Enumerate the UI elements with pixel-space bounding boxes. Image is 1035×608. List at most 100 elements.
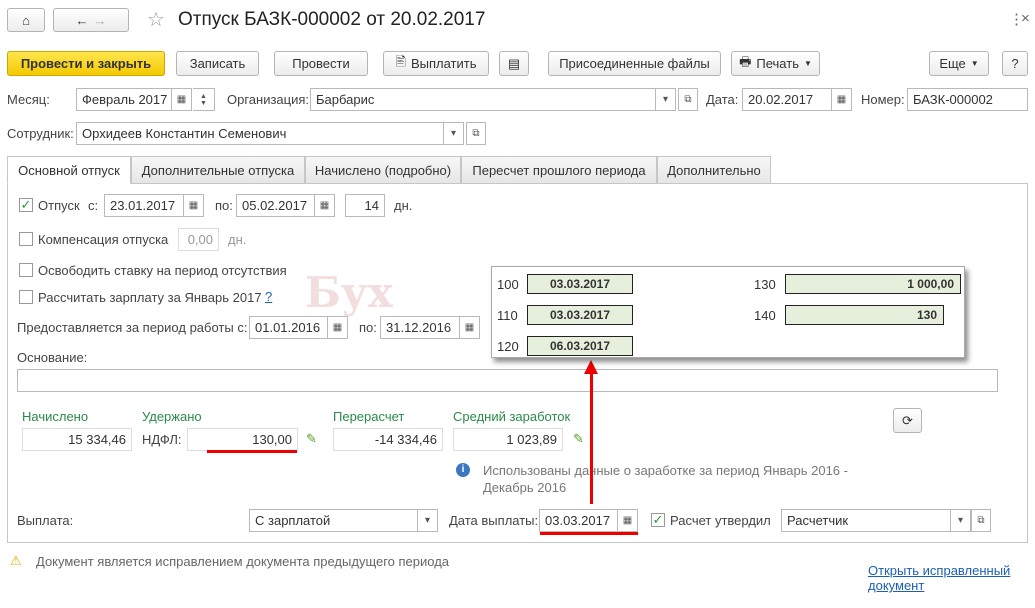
watermark-logo: Бух <box>305 268 393 317</box>
to-label: по: <box>215 198 233 213</box>
info-icon: i <box>456 463 470 477</box>
refresh-button[interactable]: ⟳ <box>893 408 922 433</box>
attached-files-button[interactable]: Присоединенные файлы <box>548 51 721 76</box>
back-icon[interactable]: ← <box>76 13 89 28</box>
close-icon[interactable]: × <box>1021 10 1030 27</box>
edit-pencil-icon[interactable]: ✎ <box>306 431 317 447</box>
avg-earnings-value: 1 023,89 <box>453 428 563 451</box>
days-unit: дн. <box>394 198 413 213</box>
calendar-icon[interactable]: ▦ <box>618 509 638 532</box>
highlight-underline <box>540 532 638 535</box>
edit-pencil-icon[interactable]: ✎ <box>573 431 584 447</box>
highlight-underline <box>207 450 297 453</box>
forward-icon[interactable]: → <box>94 13 107 28</box>
avg-earnings-label: Средний заработок <box>453 409 571 424</box>
more-button[interactable]: Еще ▼ <box>929 51 989 76</box>
month-input[interactable]: Февраль 2017 <box>76 88 172 111</box>
dropdown-icon[interactable]: ▾ <box>418 509 438 532</box>
employee-label: Сотрудник: <box>7 126 74 141</box>
compensation-label: Компенсация отпуска <box>38 232 169 247</box>
post-and-close-button[interactable]: Провести и закрыть <box>7 51 165 76</box>
save-button[interactable]: Записать <box>176 51 259 76</box>
calendar-icon[interactable]: ▦ <box>172 88 192 111</box>
open-icon[interactable]: ⧉ <box>971 509 991 532</box>
pay-date-label: Дата выплаты: <box>449 513 539 528</box>
compensation-checkbox[interactable] <box>19 232 33 246</box>
org-input[interactable]: Барбарис <box>310 88 656 111</box>
calendar-icon[interactable]: ▦ <box>184 194 204 217</box>
dropdown-icon[interactable]: ▾ <box>656 88 676 111</box>
code-label: 140 <box>754 308 776 323</box>
date-label: Дата: <box>706 92 739 107</box>
help-link[interactable]: ? <box>265 289 272 304</box>
calendar-icon[interactable]: ▦ <box>832 88 852 111</box>
org-label: Организация: <box>227 92 310 107</box>
withheld-label: Удержано <box>142 409 202 424</box>
refresh-icon: ⟳ <box>902 412 913 428</box>
from-label: с: <box>88 198 99 213</box>
period-to-label: по: <box>359 320 377 335</box>
tab-main-vacation[interactable]: Основной отпуск <box>7 156 131 184</box>
comp-unit: дн. <box>228 232 247 247</box>
calc-salary-checkbox[interactable] <box>19 290 33 304</box>
report-button[interactable]: ▤ <box>499 51 529 76</box>
calendar-icon[interactable]: ▦ <box>315 194 335 217</box>
pay-icon: 🖹 <box>395 53 406 69</box>
calc-salary-label: Рассчитать зарплату за Январь 2017 <box>38 290 262 305</box>
period-to-input[interactable]: 31.12.2016 <box>380 316 460 339</box>
page-title: Отпуск БАЗК-000002 от 20.02.2017 <box>178 9 486 30</box>
compensation-days-input[interactable]: 0,00 <box>178 228 219 251</box>
approver-select[interactable]: Расчетчик <box>781 509 951 532</box>
code-value: 03.03.2017 <box>527 305 633 325</box>
open-icon[interactable]: ⧉ <box>678 88 698 111</box>
number-input[interactable]: БАЗК-000002 <box>907 88 1028 111</box>
favorite-star-icon[interactable]: ☆ <box>147 7 165 32</box>
basis-input[interactable] <box>17 369 998 392</box>
free-rate-checkbox[interactable] <box>19 263 33 277</box>
calendar-icon[interactable]: ▦ <box>328 316 348 339</box>
code-value: 06.03.2017 <box>527 336 633 356</box>
code-label: 100 <box>497 277 519 292</box>
code-label: 110 <box>497 308 518 323</box>
printer-icon: 🖶 <box>739 53 752 69</box>
approved-checkbox[interactable]: ✓ <box>651 513 665 527</box>
declaration-overlay: 100 03.03.2017 110 03.03.2017 120 06.03.… <box>491 266 965 358</box>
recalc-label: Перерасчет <box>333 409 405 424</box>
tab-additional[interactable]: Дополнительно <box>657 156 771 184</box>
to-date-input[interactable]: 05.02.2017 <box>236 194 315 217</box>
dropdown-icon[interactable]: ▾ <box>444 122 464 145</box>
vacation-checkbox[interactable]: ✓ <box>19 198 33 212</box>
dropdown-icon[interactable]: ▾ <box>951 509 971 532</box>
help-button[interactable]: ? <box>1002 51 1028 76</box>
date-input[interactable]: 20.02.2017 <box>742 88 832 111</box>
days-input[interactable]: 14 <box>345 194 385 217</box>
open-corrected-document-link[interactable]: Открыть исправленный документ <box>868 563 1018 593</box>
code-value: 130 <box>785 305 944 325</box>
ndfl-value: 130,00 <box>187 428 298 451</box>
number-label: Номер: <box>861 92 905 107</box>
code-label: 120 <box>497 339 519 354</box>
month-stepper[interactable]: ▲ ▼ <box>193 88 215 111</box>
tab-accrued-detail[interactable]: Начислено (подробно) <box>305 156 461 184</box>
print-button[interactable]: 🖶 Печать ▼ <box>731 51 820 76</box>
home-button[interactable]: ⌂ <box>7 8 45 32</box>
code-value: 1 000,00 <box>785 274 961 294</box>
open-icon[interactable]: ⧉ <box>466 122 486 145</box>
free-rate-label: Освободить ставку на период отсутствия <box>38 263 287 278</box>
nav-buttons[interactable]: ← → <box>53 8 129 32</box>
tab-recalc[interactable]: Пересчет прошлого периода <box>461 156 657 184</box>
from-date-input[interactable]: 23.01.2017 <box>104 194 184 217</box>
ndfl-label: НДФЛ: <box>142 432 182 447</box>
vacation-label: Отпуск <box>38 198 80 213</box>
post-button[interactable]: Провести <box>274 51 368 76</box>
period-label: Предоставляется за период работы с: <box>17 320 248 335</box>
payment-select[interactable]: С зарплатой <box>249 509 418 532</box>
period-from-input[interactable]: 01.01.2016 <box>249 316 328 339</box>
calendar-icon[interactable]: ▦ <box>460 316 480 339</box>
code-label: 130 <box>754 277 776 292</box>
pay-date-input[interactable]: 03.03.2017 <box>539 509 618 532</box>
tab-additional-vacations[interactable]: Дополнительные отпуска <box>131 156 305 184</box>
employee-input[interactable]: Орхидеев Константин Семенович <box>76 122 444 145</box>
pay-button[interactable]: 🖹 Выплатить <box>383 51 489 76</box>
warning-icon: ⚠ <box>10 553 22 568</box>
